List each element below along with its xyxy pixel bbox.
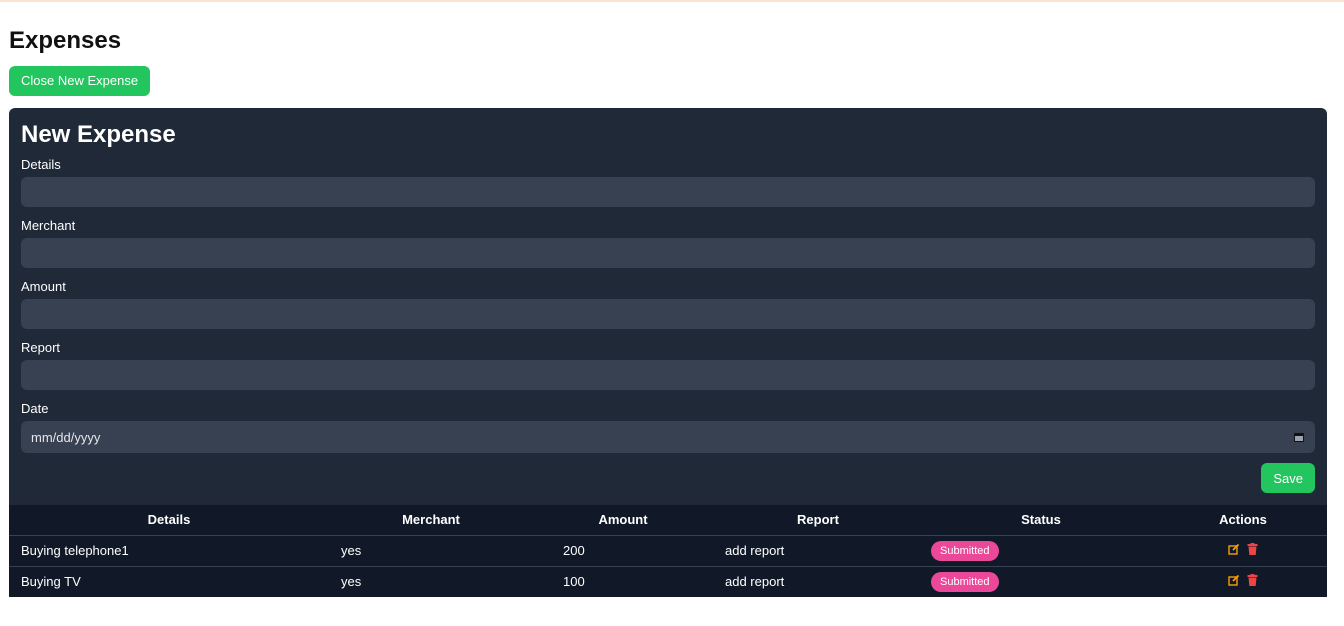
date-field: Date mm/dd/yyyy xyxy=(21,400,1315,453)
cell-status: Submitted xyxy=(923,566,1159,597)
amount-input[interactable] xyxy=(21,299,1315,329)
date-placeholder: mm/dd/yyyy xyxy=(31,429,101,445)
header-merchant: Merchant xyxy=(402,512,460,528)
report-field: Report xyxy=(21,339,1315,390)
calendar-icon[interactable] xyxy=(1293,431,1305,443)
amount-field: Amount xyxy=(21,278,1315,329)
header-amount: Amount xyxy=(598,512,648,528)
cell-report: add report xyxy=(725,543,785,558)
expenses-table: Details Merchant Amount Report Status Ac… xyxy=(9,505,1327,597)
date-label: Date xyxy=(21,401,49,416)
cell-merchant: yes xyxy=(341,574,362,590)
form-title: New Expense xyxy=(21,121,176,148)
edit-icon[interactable] xyxy=(1228,574,1240,586)
merchant-label: Merchant xyxy=(21,218,76,233)
table-header-row: Details Merchant Amount Report Status Ac… xyxy=(9,505,1327,535)
report-label: Report xyxy=(21,340,61,355)
status-badge: Submitted xyxy=(931,571,999,592)
cell-details: Buying TV xyxy=(21,574,81,590)
close-new-expense-button[interactable]: Close New Expense xyxy=(9,66,151,96)
page-container: Expenses Close New Expense New Expense D… xyxy=(0,28,1344,597)
header-actions: Actions xyxy=(1219,512,1267,528)
cell-details: Buying telephone1 xyxy=(21,543,129,558)
page-title: Expenses xyxy=(9,27,122,54)
details-input[interactable] xyxy=(21,177,1315,207)
new-expense-form: New Expense Details Merchant Amount Repo… xyxy=(9,108,1327,505)
trash-icon[interactable] xyxy=(1246,574,1258,587)
date-input[interactable]: mm/dd/yyyy xyxy=(21,421,1315,453)
cell-amount: 100 xyxy=(563,574,585,590)
details-field: Details xyxy=(21,156,1315,207)
form-footer: Save xyxy=(21,463,1315,493)
save-button[interactable]: Save xyxy=(1261,463,1315,493)
cell-merchant: yes xyxy=(341,543,362,558)
amount-label: Amount xyxy=(21,279,66,294)
table-row: Buying TV yes 100 add report Submitted xyxy=(9,566,1327,597)
header-status: Status xyxy=(1021,512,1061,528)
cell-status: Submitted xyxy=(923,535,1159,566)
top-border xyxy=(0,0,1344,2)
trash-icon[interactable] xyxy=(1246,543,1258,555)
header-report: Report xyxy=(797,512,839,528)
cell-report: add report xyxy=(725,574,785,590)
cell-amount: 200 xyxy=(563,543,585,558)
report-input[interactable] xyxy=(21,360,1315,390)
cell-actions xyxy=(1159,535,1327,566)
merchant-input[interactable] xyxy=(21,238,1315,268)
merchant-field: Merchant xyxy=(21,217,1315,268)
header-details: Details xyxy=(147,512,191,528)
edit-icon[interactable] xyxy=(1228,543,1240,555)
table-row: Buying telephone1 yes 200 add report Sub… xyxy=(9,535,1327,566)
status-badge: Submitted xyxy=(931,540,999,561)
details-label: Details xyxy=(21,157,61,172)
cell-actions xyxy=(1159,566,1327,597)
